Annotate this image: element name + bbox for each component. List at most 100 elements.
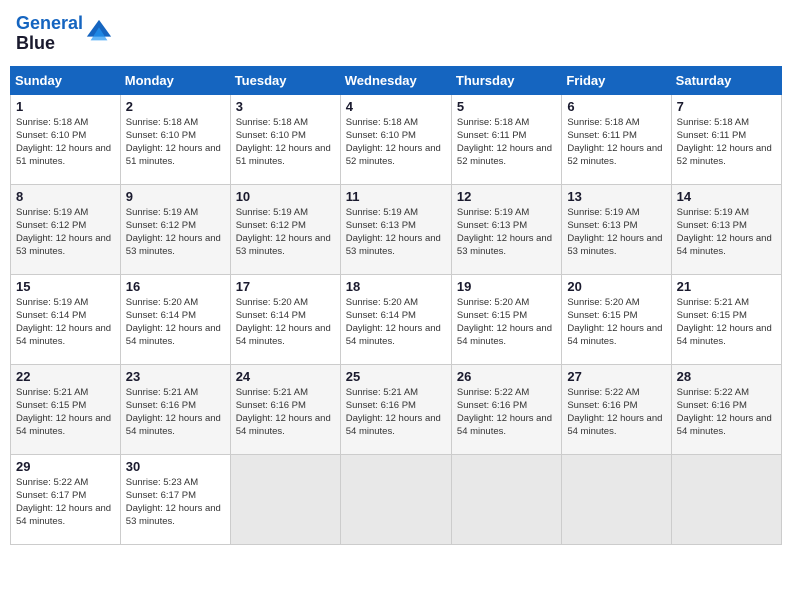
day-cell: 20 Sunrise: 5:20 AMSunset: 6:15 PMDayligh… bbox=[562, 274, 671, 364]
day-number: 25 bbox=[346, 369, 446, 384]
day-cell: 1 Sunrise: 5:18 AMSunset: 6:10 PMDaylight… bbox=[11, 94, 121, 184]
page-header: GeneralBlue bbox=[10, 10, 782, 58]
day-cell: 19Sunrise: 5:20 AMSunset: 6:15 PMDayligh… bbox=[451, 274, 561, 364]
day-number: 6 bbox=[567, 99, 665, 114]
header-row: SundayMondayTuesdayWednesdayThursdayFrid… bbox=[11, 66, 782, 94]
calendar-table: SundayMondayTuesdayWednesdayThursdayFrid… bbox=[10, 66, 782, 545]
day-info: Sunrise: 5:19 AMSunset: 6:12 PMDaylight:… bbox=[236, 206, 335, 259]
logo-icon bbox=[85, 18, 113, 46]
day-number: 9 bbox=[126, 189, 225, 204]
day-number: 20 bbox=[567, 279, 665, 294]
day-info: Sunrise: 5:20 AMSunset: 6:15 PMDaylight:… bbox=[567, 296, 665, 349]
day-number: 30 bbox=[126, 459, 225, 474]
day-number: 27 bbox=[567, 369, 665, 384]
day-cell: 15 Sunrise: 5:19 AMSunset: 6:14 PMDayligh… bbox=[11, 274, 121, 364]
day-info: Sunrise: 5:20 AMSunset: 6:14 PMDaylight:… bbox=[346, 296, 446, 349]
day-info: Sunrise: 5:18 AMSunset: 6:11 PMDaylight:… bbox=[457, 116, 556, 169]
day-number: 28 bbox=[677, 369, 776, 384]
week-row-5: 29Sunrise: 5:22 AMSunset: 6:17 PMDayligh… bbox=[11, 454, 782, 544]
day-number: 13 bbox=[567, 189, 665, 204]
header-cell-wednesday: Wednesday bbox=[340, 66, 451, 94]
day-info: Sunrise: 5:18 AMSunset: 6:10 PMDaylight:… bbox=[16, 116, 115, 169]
day-info: Sunrise: 5:23 AMSunset: 6:17 PMDaylight:… bbox=[126, 476, 225, 529]
day-info: Sunrise: 5:19 AMSunset: 6:13 PMDaylight:… bbox=[567, 206, 665, 259]
day-cell: 8 Sunrise: 5:19 AMSunset: 6:12 PMDaylight… bbox=[11, 184, 121, 274]
day-info: Sunrise: 5:22 AMSunset: 6:17 PMDaylight:… bbox=[16, 476, 115, 529]
day-info: Sunrise: 5:19 AMSunset: 6:13 PMDaylight:… bbox=[346, 206, 446, 259]
day-info: Sunrise: 5:22 AMSunset: 6:16 PMDaylight:… bbox=[457, 386, 556, 439]
week-row-4: 22 Sunrise: 5:21 AMSunset: 6:15 PMDayligh… bbox=[11, 364, 782, 454]
day-number: 4 bbox=[346, 99, 446, 114]
day-cell: 7 Sunrise: 5:18 AMSunset: 6:11 PMDaylight… bbox=[671, 94, 781, 184]
header-cell-tuesday: Tuesday bbox=[230, 66, 340, 94]
day-number: 5 bbox=[457, 99, 556, 114]
week-row-2: 8 Sunrise: 5:19 AMSunset: 6:12 PMDaylight… bbox=[11, 184, 782, 274]
day-info: Sunrise: 5:19 AMSunset: 6:13 PMDaylight:… bbox=[677, 206, 776, 259]
day-number: 12 bbox=[457, 189, 556, 204]
day-info: Sunrise: 5:19 AMSunset: 6:13 PMDaylight:… bbox=[457, 206, 556, 259]
day-number: 15 bbox=[16, 279, 115, 294]
day-cell: 28Sunrise: 5:22 AMSunset: 6:16 PMDayligh… bbox=[671, 364, 781, 454]
day-number: 3 bbox=[236, 99, 335, 114]
day-cell bbox=[562, 454, 671, 544]
day-info: Sunrise: 5:19 AMSunset: 6:12 PMDaylight:… bbox=[126, 206, 225, 259]
header-cell-thursday: Thursday bbox=[451, 66, 561, 94]
day-cell: 12 Sunrise: 5:19 AMSunset: 6:13 PMDayligh… bbox=[451, 184, 561, 274]
day-number: 1 bbox=[16, 99, 115, 114]
day-cell: 17 Sunrise: 5:20 AMSunset: 6:14 PMDayligh… bbox=[230, 274, 340, 364]
day-number: 17 bbox=[236, 279, 335, 294]
day-cell: 3Sunrise: 5:18 AMSunset: 6:10 PMDaylight… bbox=[230, 94, 340, 184]
day-info: Sunrise: 5:20 AMSunset: 6:14 PMDaylight:… bbox=[236, 296, 335, 349]
day-number: 16 bbox=[126, 279, 225, 294]
header-cell-monday: Monday bbox=[120, 66, 230, 94]
day-cell: 27 Sunrise: 5:22 AMSunset: 6:16 PMDayligh… bbox=[562, 364, 671, 454]
day-cell: 16 Sunrise: 5:20 AMSunset: 6:14 PMDayligh… bbox=[120, 274, 230, 364]
day-info: Sunrise: 5:19 AMSunset: 6:14 PMDaylight:… bbox=[16, 296, 115, 349]
day-info: Sunrise: 5:20 AMSunset: 6:14 PMDaylight:… bbox=[126, 296, 225, 349]
logo: GeneralBlue bbox=[16, 14, 113, 54]
day-cell: 13 Sunrise: 5:19 AMSunset: 6:13 PMDayligh… bbox=[562, 184, 671, 274]
day-cell: 24 Sunrise: 5:21 AMSunset: 6:16 PMDayligh… bbox=[230, 364, 340, 454]
day-cell: 30 Sunrise: 5:23 AMSunset: 6:17 PMDayligh… bbox=[120, 454, 230, 544]
day-number: 8 bbox=[16, 189, 115, 204]
day-info: Sunrise: 5:18 AMSunset: 6:11 PMDaylight:… bbox=[677, 116, 776, 169]
day-number: 22 bbox=[16, 369, 115, 384]
day-info: Sunrise: 5:18 AMSunset: 6:10 PMDaylight:… bbox=[126, 116, 225, 169]
day-cell bbox=[671, 454, 781, 544]
day-info: Sunrise: 5:21 AMSunset: 6:16 PMDaylight:… bbox=[346, 386, 446, 439]
day-number: 26 bbox=[457, 369, 556, 384]
day-number: 19 bbox=[457, 279, 556, 294]
day-number: 18 bbox=[346, 279, 446, 294]
day-number: 11 bbox=[346, 189, 446, 204]
day-info: Sunrise: 5:19 AMSunset: 6:12 PMDaylight:… bbox=[16, 206, 115, 259]
day-cell bbox=[230, 454, 340, 544]
logo-text: GeneralBlue bbox=[16, 14, 83, 54]
header-cell-friday: Friday bbox=[562, 66, 671, 94]
day-number: 24 bbox=[236, 369, 335, 384]
day-number: 10 bbox=[236, 189, 335, 204]
day-cell bbox=[451, 454, 561, 544]
day-cell: 11 Sunrise: 5:19 AMSunset: 6:13 PMDayligh… bbox=[340, 184, 451, 274]
day-info: Sunrise: 5:22 AMSunset: 6:16 PMDaylight:… bbox=[567, 386, 665, 439]
day-cell: 6Sunrise: 5:18 AMSunset: 6:11 PMDaylight… bbox=[562, 94, 671, 184]
day-info: Sunrise: 5:21 AMSunset: 6:16 PMDaylight:… bbox=[236, 386, 335, 439]
day-number: 7 bbox=[677, 99, 776, 114]
day-cell: 9 Sunrise: 5:19 AMSunset: 6:12 PMDaylight… bbox=[120, 184, 230, 274]
day-cell: 21 Sunrise: 5:21 AMSunset: 6:15 PMDayligh… bbox=[671, 274, 781, 364]
day-info: Sunrise: 5:18 AMSunset: 6:10 PMDaylight:… bbox=[346, 116, 446, 169]
day-info: Sunrise: 5:21 AMSunset: 6:15 PMDaylight:… bbox=[677, 296, 776, 349]
day-cell: 25 Sunrise: 5:21 AMSunset: 6:16 PMDayligh… bbox=[340, 364, 451, 454]
day-info: Sunrise: 5:21 AMSunset: 6:15 PMDaylight:… bbox=[16, 386, 115, 439]
day-number: 2 bbox=[126, 99, 225, 114]
day-info: Sunrise: 5:21 AMSunset: 6:16 PMDaylight:… bbox=[126, 386, 225, 439]
day-cell: 23 Sunrise: 5:21 AMSunset: 6:16 PMDayligh… bbox=[120, 364, 230, 454]
day-cell: 22 Sunrise: 5:21 AMSunset: 6:15 PMDayligh… bbox=[11, 364, 121, 454]
week-row-1: 1 Sunrise: 5:18 AMSunset: 6:10 PMDaylight… bbox=[11, 94, 782, 184]
day-cell: 10 Sunrise: 5:19 AMSunset: 6:12 PMDayligh… bbox=[230, 184, 340, 274]
day-number: 21 bbox=[677, 279, 776, 294]
day-cell: 2 Sunrise: 5:18 AMSunset: 6:10 PMDaylight… bbox=[120, 94, 230, 184]
day-cell: 26 Sunrise: 5:22 AMSunset: 6:16 PMDayligh… bbox=[451, 364, 561, 454]
header-cell-saturday: Saturday bbox=[671, 66, 781, 94]
day-number: 23 bbox=[126, 369, 225, 384]
header-cell-sunday: Sunday bbox=[11, 66, 121, 94]
